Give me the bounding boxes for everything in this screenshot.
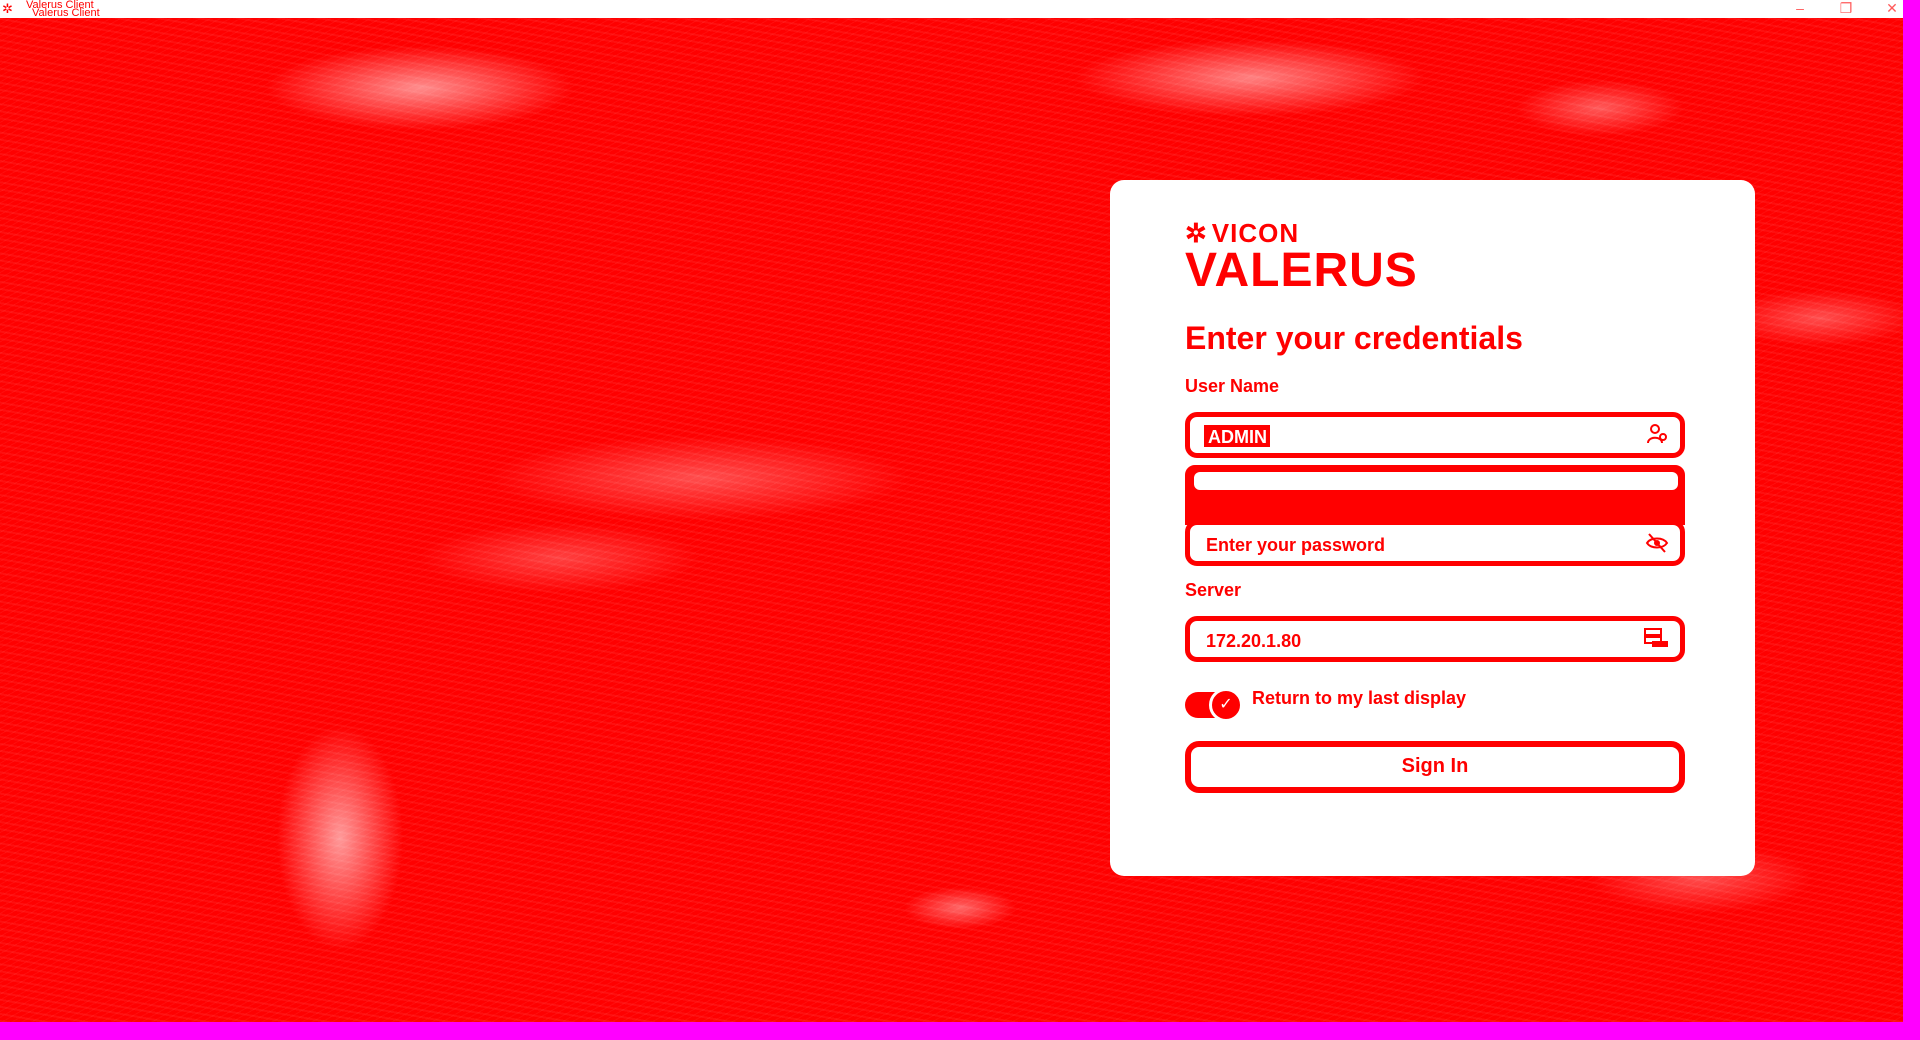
window-title-shadow: Valerus Client — [32, 7, 100, 19]
product-name: VALERUS — [1185, 244, 1418, 297]
username-suggestions: ADMIN — [1185, 465, 1685, 525]
user-icon — [1644, 423, 1670, 449]
password-field[interactable]: Enter your password — [1185, 520, 1685, 566]
eye-off-icon[interactable] — [1644, 531, 1670, 557]
server-icon — [1644, 627, 1670, 653]
brand-logo: ✲ VICON VALERUS — [1185, 220, 1418, 296]
server-field[interactable]: 172.20.1.80 — [1185, 616, 1685, 662]
checkmark-icon: ✓ — [1209, 688, 1243, 722]
server-label: Server — [1185, 580, 1242, 600]
login-card: ✲ VICON VALERUS Enter your credentials Us… — [1110, 180, 1755, 876]
title-bar: ✲ Valerus Client Valerus Client – ❐ ✕ — [0, 0, 1903, 19]
username-label: User Name — [1185, 376, 1280, 396]
sign-in-button[interactable]: Sign In — [1185, 741, 1685, 793]
minimize-button[interactable]: – — [1780, 0, 1820, 18]
server-value: 172.20.1.80 — [1206, 631, 1302, 651]
window-title: Valerus Client Valerus Client — [26, 0, 100, 19]
return-last-display-toggle[interactable]: ✓ — [1185, 686, 1245, 722]
username-field[interactable]: ADMIN — [1185, 412, 1685, 458]
close-button[interactable]: ✕ — [1872, 0, 1903, 18]
username-value: ADMIN — [1208, 427, 1267, 447]
return-last-display-label: Return to my last display — [1252, 688, 1467, 708]
app-window: ✲ Valerus Client Valerus Client – ❐ ✕ ✲ V… — [0, 0, 1903, 1022]
suggestion-text: ADMIN — [1214, 473, 1260, 489]
page-title: Enter your credentials — [1185, 320, 1523, 356]
company-logo: ✲ VICON — [1185, 220, 1418, 246]
suggestion-item[interactable]: ADMIN — [1194, 472, 1678, 490]
password-placeholder: Enter your password — [1206, 535, 1386, 555]
maximize-button[interactable]: ❐ — [1826, 0, 1866, 18]
vicon-logo-icon: ✲ — [2, 1, 13, 16]
